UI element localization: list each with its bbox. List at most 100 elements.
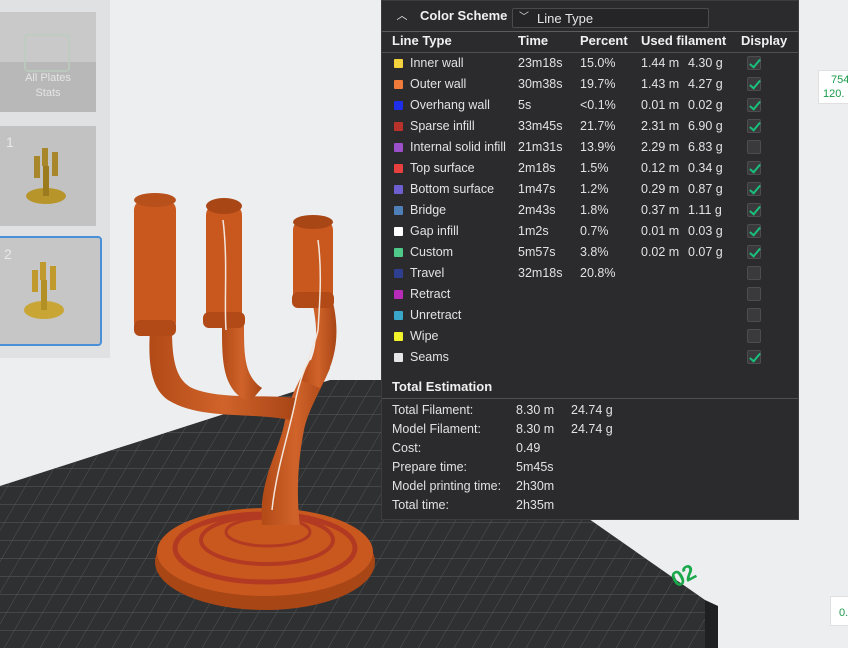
total-value: 8.30 m — [516, 403, 555, 417]
stats-label: Stats — [35, 87, 61, 99]
display-checkbox[interactable] — [747, 266, 761, 280]
zoom-readout: 0. — [830, 596, 848, 626]
line-type-row: Unretract — [382, 305, 798, 326]
column-header-display: Display — [741, 33, 788, 48]
plates-panel: All Plates Stats 1 2 — [0, 0, 110, 358]
line-type-name: Bottom surface — [410, 182, 495, 196]
total-label: Total Filament: — [392, 403, 474, 417]
line-type-filament-weight: 6.83 g — [688, 140, 723, 154]
line-type-color-swatch — [394, 101, 403, 110]
line-type-row: Top surface 2m18s 1.5% 0.12 m 0.34 g — [382, 158, 798, 179]
line-type-row: Bridge 2m43s 1.8% 0.37 m 1.11 g — [382, 200, 798, 221]
line-type-percent: 13.9% — [580, 140, 616, 154]
line-type-row: Sparse infill 33m45s 21.7% 2.31 m 6.90 g — [382, 116, 798, 137]
line-type-color-swatch — [394, 227, 403, 236]
zoom-value: 0. — [839, 607, 848, 619]
color-scheme-selected-value: Line Type — [537, 11, 594, 26]
line-type-filament-length: 0.37 m — [641, 203, 680, 217]
line-type-row: Inner wall 23m18s 15.0% 1.44 m 4.30 g — [382, 53, 798, 74]
total-label: Cost: — [392, 441, 422, 455]
display-checkbox[interactable] — [747, 350, 761, 364]
display-checkbox[interactable] — [747, 98, 761, 112]
line-type-percent: 3.8% — [580, 245, 609, 259]
line-type-filament-weight: 4.27 g — [688, 77, 723, 91]
total-estimation-title: Total Estimation — [392, 379, 493, 394]
all-plates-stats-thumbnail[interactable]: All Plates Stats — [0, 12, 96, 112]
line-type-filament-length: 0.12 m — [641, 161, 680, 175]
display-checkbox[interactable] — [747, 119, 761, 133]
line-type-filament-length: 0.02 m — [641, 245, 680, 259]
line-type-color-swatch — [394, 185, 403, 194]
display-checkbox[interactable] — [747, 287, 761, 301]
line-type-filament-length: 0.29 m — [641, 182, 680, 196]
total-value: 0.49 — [516, 441, 541, 455]
display-checkbox[interactable] — [747, 56, 761, 70]
total-estimation-row: Prepare time: 5m45s — [382, 458, 798, 477]
line-type-row: Wipe — [382, 326, 798, 347]
line-type-name: Unretract — [410, 308, 462, 322]
line-type-time: 30m38s — [518, 77, 563, 91]
line-type-name: Overhang wall — [410, 98, 490, 112]
line-type-time: 5s — [518, 98, 532, 112]
line-type-name: Sparse infill — [410, 119, 475, 133]
display-checkbox[interactable] — [747, 329, 761, 343]
stats-plate-icon — [24, 34, 70, 72]
line-type-percent: 20.8% — [580, 266, 616, 280]
line-type-row: Gap infill 1m2s 0.7% 0.01 m 0.03 g — [382, 221, 798, 242]
line-type-time: 33m45s — [518, 119, 563, 133]
color-scheme-header: ︿ Color Scheme ﹀ Line Type — [382, 1, 798, 32]
line-type-color-swatch — [394, 122, 403, 131]
display-checkbox[interactable] — [747, 161, 761, 175]
line-type-time: 5m57s — [518, 245, 556, 259]
plate-thumbnail-2[interactable]: 2 — [0, 236, 102, 346]
coordinate-value-2: 120. — [823, 88, 845, 100]
plate-2-model-preview-icon — [24, 262, 64, 319]
line-type-row: Custom 5m57s 3.8% 0.02 m 0.07 g — [382, 242, 798, 263]
total-label: Total time: — [392, 498, 449, 512]
color-scheme-dropdown[interactable]: ﹀ Line Type — [512, 8, 709, 28]
display-checkbox[interactable] — [747, 77, 761, 91]
display-checkbox[interactable] — [747, 245, 761, 259]
total-estimation-row: Model Filament: 8.30 m 24.74 g — [382, 420, 798, 439]
line-type-color-swatch — [394, 353, 403, 362]
line-type-color-swatch — [394, 311, 403, 320]
line-type-filament-length: 1.43 m — [641, 77, 680, 91]
line-type-filament-length: 0.01 m — [641, 224, 680, 238]
display-checkbox[interactable] — [747, 140, 761, 154]
plate-number: 1 — [6, 134, 14, 150]
line-type-name: Outer wall — [410, 77, 467, 91]
total-label: Model printing time: — [392, 479, 502, 493]
line-type-legend-panel: ︿ Color Scheme ﹀ Line Type Line Type Tim… — [381, 0, 799, 520]
color-scheme-title: Color Scheme — [420, 8, 508, 23]
line-type-row: Seams — [382, 347, 798, 368]
column-header-line-type: Line Type — [392, 33, 452, 48]
line-type-time: 21m31s — [518, 140, 563, 154]
line-type-percent: <0.1% — [580, 98, 616, 112]
line-type-row: Internal solid infill 21m31s 13.9% 2.29 m 6.… — [382, 137, 798, 158]
line-type-name: Bridge — [410, 203, 447, 217]
total-label: Model Filament: — [392, 422, 481, 436]
line-type-name: Seams — [410, 350, 449, 364]
plate-thumbnail-1[interactable]: 1 — [0, 126, 96, 226]
line-type-filament-length: 2.31 m — [641, 119, 680, 133]
line-type-filament-weight: 0.34 g — [688, 161, 723, 175]
collapse-chevron-up-icon[interactable]: ︿ — [394, 8, 410, 24]
line-type-name: Retract — [410, 287, 451, 301]
total-value-secondary: 24.74 g — [571, 422, 613, 436]
plate-1-model-preview-icon — [26, 148, 66, 204]
line-type-row: Outer wall 30m38s 19.7% 1.43 m 4.27 g — [382, 74, 798, 95]
line-type-filament-weight: 1.11 g — [688, 203, 722, 217]
line-type-color-swatch — [394, 269, 403, 278]
total-estimation-row: Model printing time: 2h30m — [382, 477, 798, 496]
display-checkbox[interactable] — [747, 182, 761, 196]
display-checkbox[interactable] — [747, 308, 761, 322]
line-type-name: Gap infill — [410, 224, 459, 238]
display-checkbox[interactable] — [747, 203, 761, 217]
line-type-time: 23m18s — [518, 56, 563, 70]
line-type-color-swatch — [394, 80, 403, 89]
display-checkbox[interactable] — [747, 224, 761, 238]
total-label: Prepare time: — [392, 460, 468, 474]
line-type-row: Bottom surface 1m47s 1.2% 0.29 m 0.87 g — [382, 179, 798, 200]
line-type-filament-weight: 4.30 g — [688, 56, 723, 70]
coordinate-readout: 754 120. — [818, 70, 848, 104]
